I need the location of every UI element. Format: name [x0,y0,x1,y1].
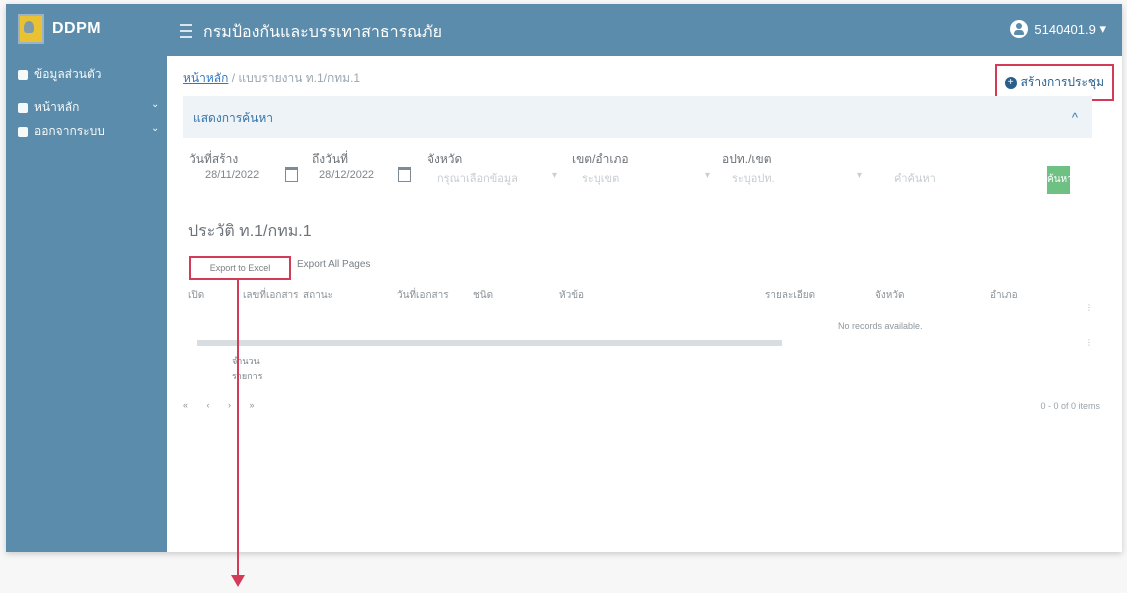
breadcrumb-current: แบบรายงาน ท.1/กทม.1 [238,71,361,85]
table-scroll-indicator: ⋮ [1085,338,1093,347]
export-excel-button[interactable]: Export to Excel [189,256,291,280]
user-icon [18,69,28,80]
app-window: DDPM กรมป้องกันและบรรเทาสาธารณภัย 514040… [6,4,1122,552]
main-content: หน้าหลัก / แบบรายงาน ท.1/กทม.1 + สร้างกา… [167,56,1122,552]
horizontal-scrollbar[interactable] [197,340,782,346]
district-select[interactable]: ระบุเขต [582,169,619,187]
app-title: กรมป้องกันและบรรเทาสาธารณภัย [203,24,442,41]
table-header[interactable]: รายละเอียด [765,288,815,303]
keyword-input[interactable]: คำค้นหา [894,169,936,187]
lock-icon [18,126,28,137]
brand-name: DDPM [52,20,102,37]
chevron-down-icon: ⌄ [151,123,160,134]
calendar-icon[interactable] [398,167,411,182]
province-select[interactable]: กรุณาเลือกข้อมูล [437,169,518,187]
breadcrumb-separator: / [231,71,236,85]
breadcrumb-home-link[interactable]: หน้าหลัก [183,71,228,85]
chevron-up-icon[interactable]: ^ [1072,110,1078,125]
breadcrumb: หน้าหลัก / แบบรายงาน ท.1/กทม.1 [183,69,360,88]
district-label: เขต/อำเภอ [572,152,629,166]
calendar-icon[interactable] [285,167,298,182]
home-icon [18,102,28,113]
province-label: จังหวัด [427,152,463,166]
org-select[interactable]: ระบุอปท. [732,169,775,187]
date-to-label: ถึงวันที่ [312,152,348,166]
chevron-down-icon: ▾ [1095,21,1106,36]
search-panel-header[interactable]: แสดงการค้นหา ^ [183,96,1092,138]
table-header[interactable]: หัวข้อ [559,288,584,303]
ddpm-logo-icon [18,14,44,44]
search-panel-title: แสดงการค้นหา [193,111,274,125]
sidebar-item-logout[interactable]: ออกจากระบบ ⌄ [18,122,159,141]
annotation-arrow-line [237,280,239,578]
create-meeting-label: สร้างการประชุม [1020,75,1104,89]
table-header[interactable]: เปิด [188,288,204,303]
menu-toggle-icon[interactable] [180,24,192,38]
items-count: 0 - 0 of 0 items [1040,401,1100,411]
pagination[interactable]: « ‹ › » [183,400,263,410]
date-to-input[interactable]: 28/12/2022 [319,169,374,181]
sidebar-item-label: ข้อมูลส่วนตัว [34,67,102,81]
empty-table-message: No records available. [838,321,923,331]
sidebar-item-label: หน้าหลัก [34,100,80,114]
date-from-label: วันที่สร้าง [189,152,239,166]
plus-icon: + [1004,76,1017,89]
search-button[interactable]: ค้นหา [1047,166,1073,194]
annotation-arrow-head [231,575,245,587]
export-all-pages-button[interactable]: Export All Pages [297,259,370,270]
chevron-down-icon: ▾ [857,170,863,181]
table-header[interactable]: เลขที่เอกสาร [243,288,299,303]
history-section-title: ประวัติ ท.1/กทม.1 [188,223,312,240]
sidebar: ข้อมูลส่วนตัว หน้าหลัก ⌄ ออกจากระบบ ⌄ [6,56,167,552]
table-scroll-indicator: ⋮ [1085,303,1093,312]
top-navbar: DDPM กรมป้องกันและบรรเทาสาธารณภัย 514040… [6,4,1122,56]
user-menu[interactable]: 5140401.9 ▾ [1010,20,1106,38]
sidebar-item-home[interactable]: หน้าหลัก ⌄ [18,98,159,117]
table-header[interactable]: วันที่เอกสาร [397,288,449,303]
table-header[interactable]: ชนิด [473,288,493,303]
sidebar-item-profile[interactable]: ข้อมูลส่วนตัว [18,65,101,84]
date-from-input[interactable]: 28/11/2022 [205,169,259,181]
sidebar-item-label: ออกจากระบบ [34,124,105,138]
user-avatar-icon [1010,20,1029,38]
table-header[interactable]: สถานะ [303,288,333,303]
table-header[interactable]: อำเภอ [990,288,1018,303]
chevron-down-icon: ▾ [552,170,558,181]
user-id: 5140401.9 [1034,21,1096,37]
chevron-down-icon: ⌄ [151,99,160,110]
org-label: อปท./เขต [722,152,772,166]
table-header[interactable]: จังหวัด [875,288,904,303]
chevron-down-icon: ▾ [705,170,711,181]
brand-logo[interactable]: DDPM [18,14,101,44]
